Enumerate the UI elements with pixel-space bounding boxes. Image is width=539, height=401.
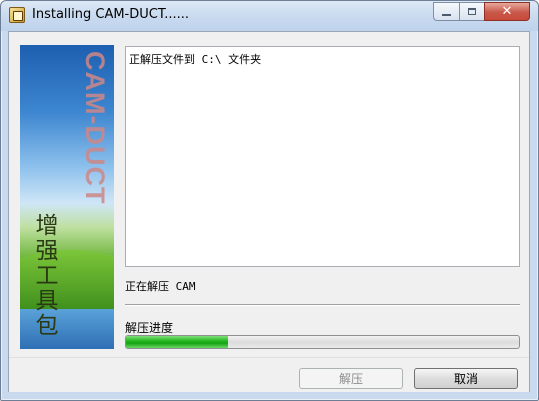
progress-label: 解压进度 — [125, 321, 174, 335]
progress-fill — [126, 336, 229, 348]
close-icon: ✕ — [501, 4, 513, 19]
minimize-icon — [442, 13, 451, 16]
divider — [125, 304, 520, 306]
maximize-button[interactable] — [459, 2, 484, 21]
current-file-status: 正在解压 CAM — [125, 280, 196, 293]
window-title: Installing CAM-DUCT...... — [32, 7, 190, 22]
cancel-button[interactable]: 取消 — [414, 368, 518, 389]
installer-icon — [9, 7, 25, 23]
banner-image: CAM-DUCT 增强工具包 — [20, 45, 114, 349]
installer-window: Installing CAM-DUCT...... ✕ CAM-DUCT 增强工… — [0, 0, 539, 401]
close-button[interactable]: ✕ — [484, 2, 530, 21]
extract-button[interactable]: 解压 — [299, 368, 403, 389]
button-bar: 解压 取消 — [9, 357, 529, 392]
banner-subtitle: 增强工具包 — [31, 213, 57, 338]
banner-brand-text: CAM-DUCT — [80, 51, 110, 205]
extraction-progress-bar — [125, 335, 520, 349]
minimize-button[interactable] — [433, 2, 459, 21]
maximize-icon — [468, 8, 476, 15]
extraction-log[interactable]: 正解压文件到 C:\ 文件夹 — [125, 46, 520, 267]
title-bar[interactable]: Installing CAM-DUCT...... ✕ — [1, 1, 538, 31]
log-line: 正解压文件到 C:\ 文件夹 — [129, 53, 262, 66]
dialog-body: CAM-DUCT 增强工具包 正解压文件到 C:\ 文件夹 正在解压 CAM 解… — [8, 31, 530, 392]
